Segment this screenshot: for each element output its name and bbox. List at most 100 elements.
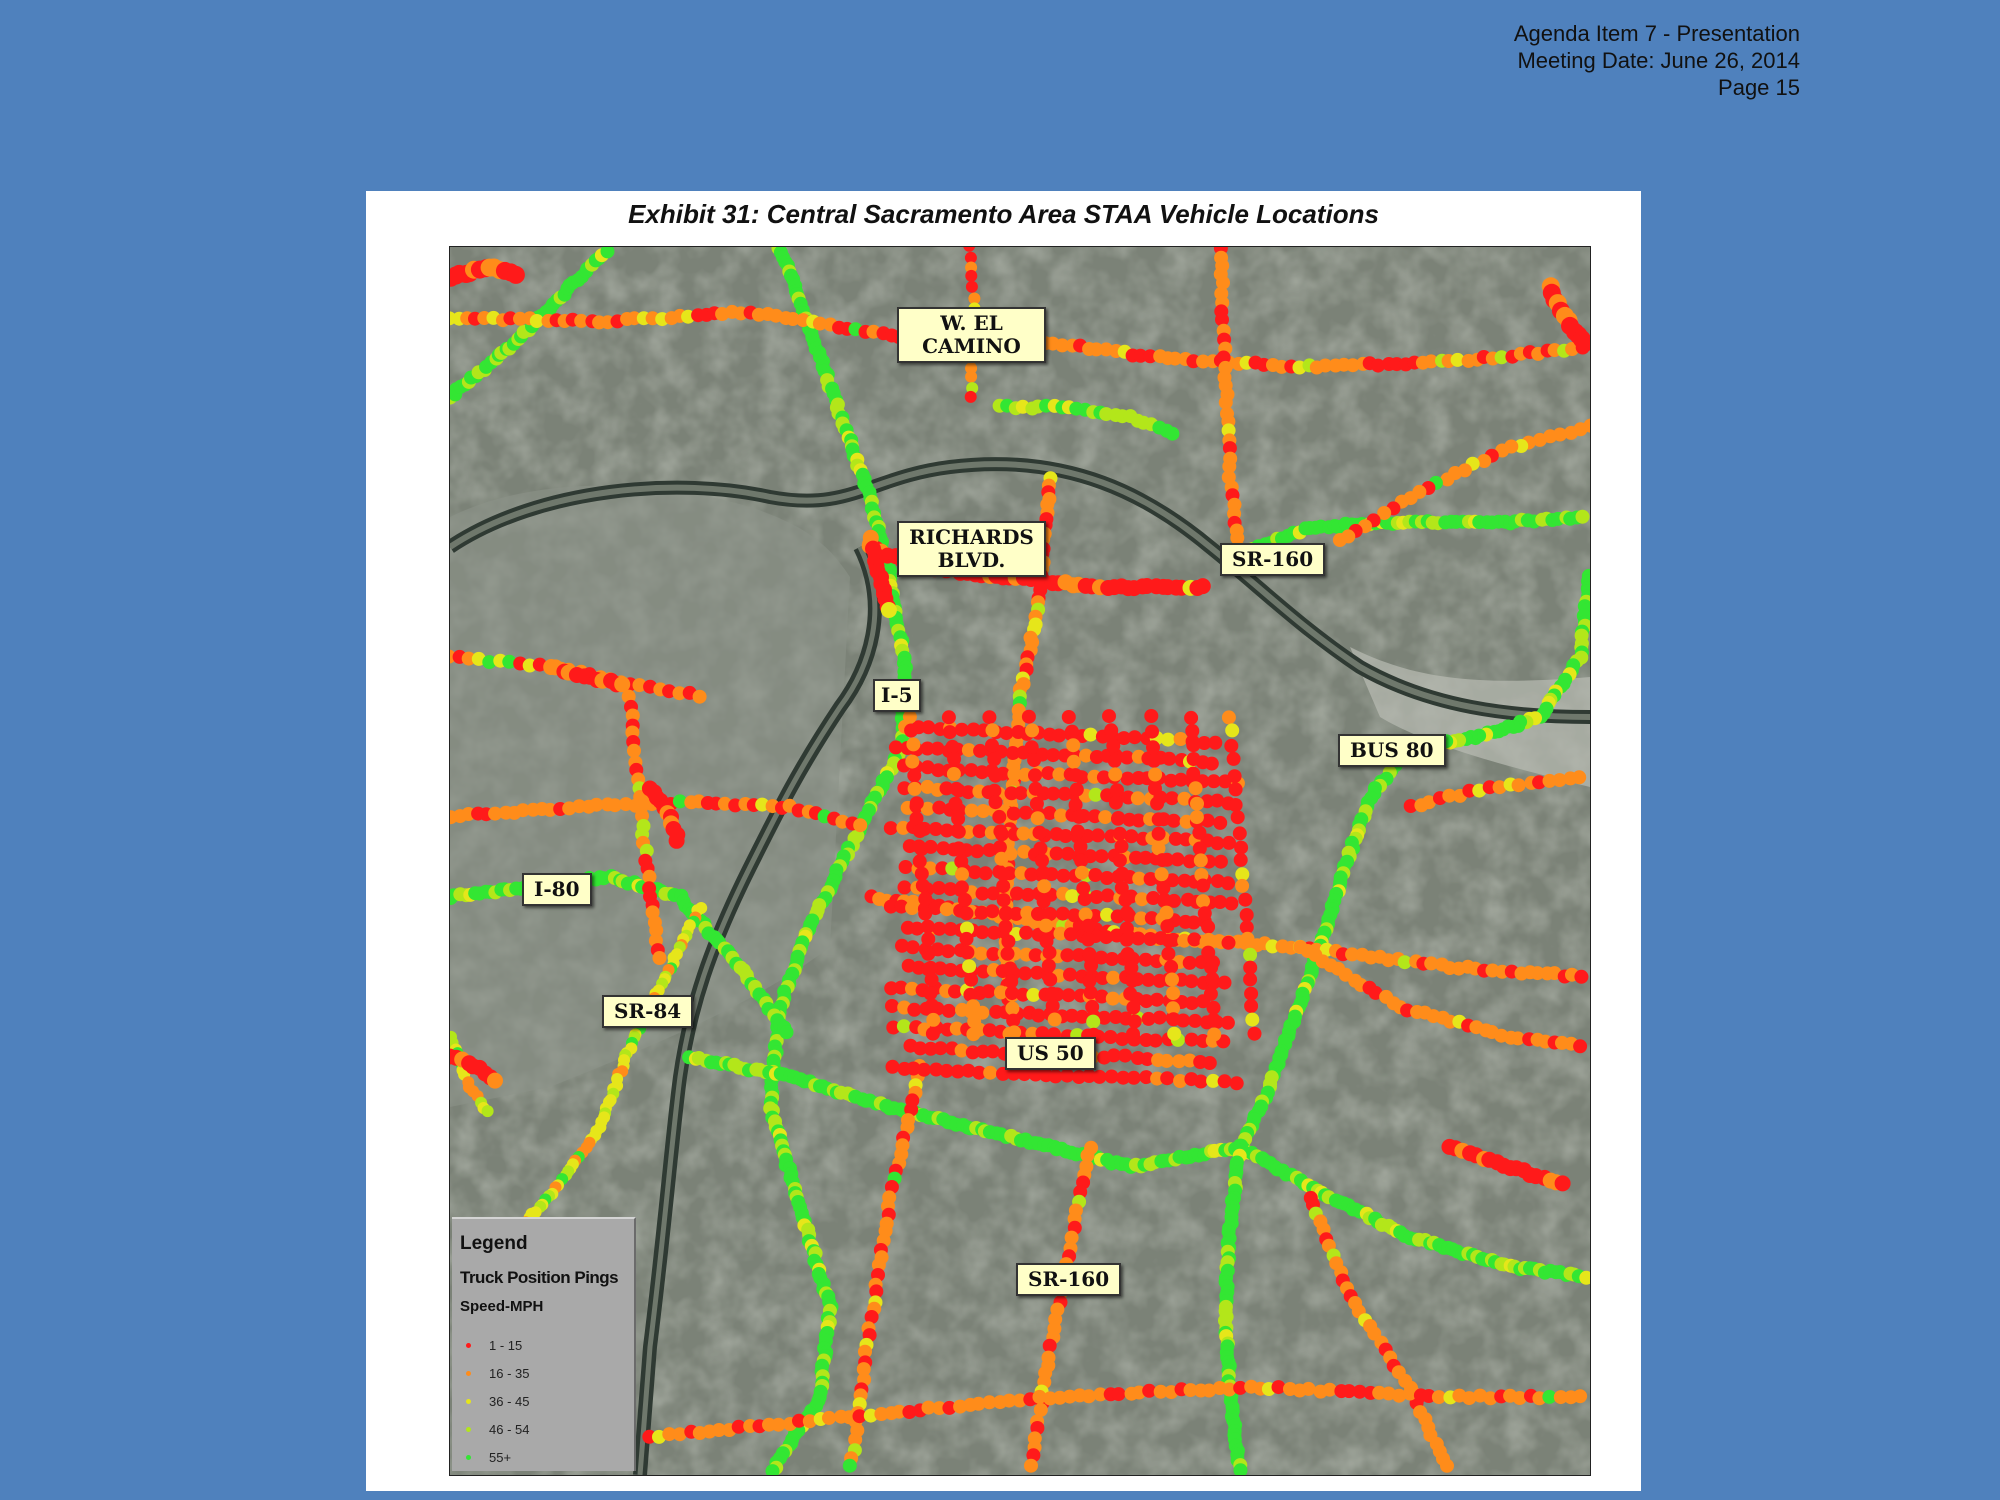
downtown-cluster-ping	[885, 999, 899, 1013]
downtown-cluster-ping	[1061, 988, 1076, 1003]
downtown-grid-ping	[1028, 768, 1042, 783]
downtown-grid-ping	[951, 824, 966, 839]
downtown-grid-ping	[1070, 824, 1085, 839]
legend-item: 16 - 35	[466, 1359, 529, 1387]
downtown-grid-ping	[1196, 894, 1210, 909]
downtown-grid-ping	[1156, 881, 1171, 896]
downtown-grid-ping	[1083, 985, 1098, 1000]
downtown-grid-ping	[1126, 1026, 1140, 1041]
downtown-grid-ping	[1003, 961, 1018, 976]
downtown-grid-ping	[1146, 740, 1160, 755]
downtown-grid-ping	[918, 891, 933, 906]
downtown-grid-ping	[1221, 710, 1236, 725]
downtown-grid-ping	[1197, 906, 1212, 921]
downtown-cluster-ping	[1103, 1030, 1118, 1044]
downtown-grid-ping	[994, 851, 1009, 866]
south-street-2-ping	[1042, 1338, 1057, 1353]
downtown-grid-ping	[1186, 738, 1201, 753]
downtown-grid-ping	[1033, 841, 1048, 856]
downtown-grid-ping	[993, 824, 1008, 839]
red-dot-icon	[466, 1342, 471, 1348]
downtown-cluster-ping	[1126, 1070, 1141, 1085]
downtown-grid-ping	[915, 878, 930, 893]
downtown-cluster-ping	[1159, 1053, 1174, 1068]
downtown-cluster-ping	[1160, 1071, 1175, 1086]
downtown-grid-ping	[1233, 852, 1248, 867]
downtown-grid-ping	[1021, 709, 1036, 724]
label-us50: US 50	[1005, 1037, 1096, 1070]
yellow-green-dot-icon	[466, 1426, 471, 1432]
downtown-grid-ping	[988, 795, 1003, 810]
page-number-text: Page 15	[1718, 75, 1800, 100]
downtown-grid-ping	[1230, 810, 1245, 825]
downtown-grid-ping	[1045, 998, 1060, 1013]
downtown-grid-ping	[996, 879, 1011, 894]
downtown-cluster-ping	[941, 1003, 956, 1018]
downtown-grid-ping	[960, 945, 975, 960]
legend-item: 1 - 15	[466, 1331, 529, 1359]
orange-dot-icon	[466, 1370, 471, 1376]
legend-item-label: 16 - 35	[489, 1365, 530, 1381]
downtown-cluster-ping	[921, 720, 936, 735]
downtown-grid-ping	[1225, 723, 1240, 738]
downtown-grid-ping	[951, 841, 966, 856]
southeast-street-ping	[1440, 1458, 1454, 1473]
downtown-cluster-ping	[970, 844, 985, 859]
downtown-grid-ping	[1036, 894, 1051, 909]
downtown-cluster-ping	[1152, 1010, 1167, 1025]
downtown-grid-ping	[982, 710, 997, 725]
downtown-cluster-ping	[985, 904, 1000, 919]
downtown-grid-ping	[1127, 1014, 1142, 1029]
downtown-grid-ping	[1066, 738, 1081, 753]
legend-items: 1 - 15 16 - 35 36 - 45 46 - 54 55+	[466, 1331, 529, 1471]
label-w-el-camino-line1: W. EL	[940, 311, 1003, 335]
label-sr160-south: SR-160	[1016, 1263, 1122, 1296]
agenda-item-text: Agenda Item 7 - Presentation	[1513, 21, 1800, 46]
downtown-grid-ping	[921, 932, 936, 947]
downtown-grid-ping	[1043, 972, 1058, 987]
downtown-grid-ping	[1001, 934, 1016, 949]
downtown-grid-ping	[1232, 826, 1247, 841]
downtown-cluster-ping	[896, 1019, 911, 1034]
west-red-2-ping	[668, 832, 685, 849]
downtown-grid-ping	[1234, 840, 1249, 855]
downtown-cluster-ping	[1217, 1074, 1232, 1089]
map-legend: Legend Truck Position Pings Speed-MPH 1 …	[452, 1217, 636, 1471]
downtown-grid-ping	[1160, 919, 1175, 934]
downtown-grid-ping	[1030, 811, 1045, 826]
downtown-grid-ping	[1239, 908, 1254, 922]
south-street-ping	[842, 1458, 857, 1473]
downtown-grid-ping	[907, 781, 922, 796]
downtown-grid-ping	[1164, 959, 1179, 974]
downtown-grid-ping	[949, 781, 964, 796]
downtown-grid-ping	[1107, 753, 1122, 768]
downtown-grid-ping	[955, 867, 969, 882]
downtown-grid-ping	[1068, 797, 1083, 812]
downtown-cluster-ping	[1188, 1013, 1203, 1028]
downtown-cluster-ping	[1013, 786, 1028, 801]
west-crossing-ping	[853, 818, 868, 833]
downtown-grid-ping	[1150, 796, 1165, 811]
downtown-grid-ping	[1196, 878, 1210, 893]
downtown-grid-ping	[1106, 738, 1121, 753]
downtown-grid-ping	[948, 796, 963, 811]
downtown-cluster-ping	[1026, 987, 1041, 1002]
downtown-grid-ping	[992, 809, 1007, 824]
downtown-grid-ping	[946, 767, 961, 781]
downtown-grid-ping	[945, 739, 960, 754]
downtown-grid-ping	[1145, 724, 1159, 739]
exhibit-title: Exhibit 31: Central Sacramento Area STAA…	[628, 199, 1379, 229]
legend-item-label: 1 - 15	[489, 1337, 523, 1353]
downtown-grid-ping	[1157, 894, 1172, 908]
downtown-grid-ping	[914, 866, 929, 881]
downtown-cluster-ping	[939, 902, 954, 917]
legend-item: 36 - 45	[466, 1387, 529, 1415]
downtown-grid-ping	[966, 999, 981, 1014]
downtown-grid-ping	[1028, 781, 1043, 796]
yellow-dot-icon	[466, 1398, 471, 1404]
downtown-grid-ping	[926, 1012, 941, 1027]
downtown-cluster-ping	[897, 880, 912, 895]
downtown-cluster-ping	[1098, 810, 1113, 825]
downtown-cluster-ping	[1221, 935, 1236, 950]
legend-title: Legend	[460, 1233, 528, 1254]
